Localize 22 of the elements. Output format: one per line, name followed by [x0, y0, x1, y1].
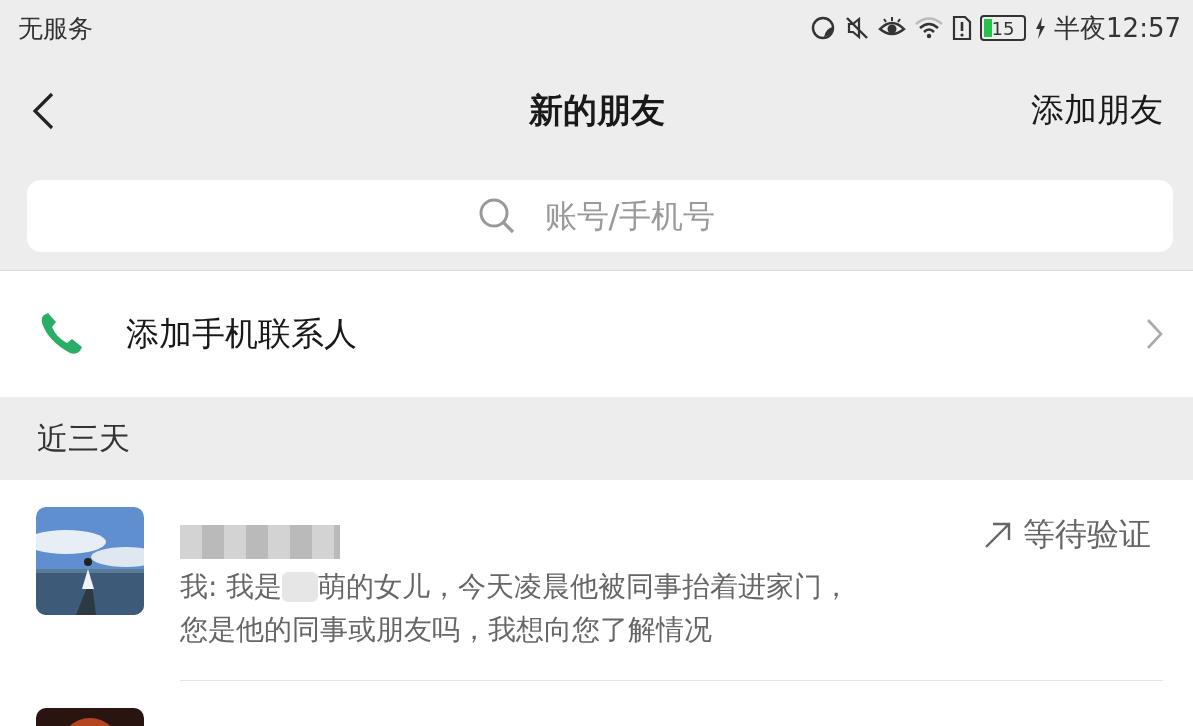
wifi-icon: [914, 15, 945, 41]
charging-icon: [1034, 16, 1047, 40]
request-status: 等待验证: [965, 507, 1163, 563]
data-saver-icon: [810, 15, 837, 41]
chevron-right-icon: [1145, 318, 1163, 350]
message-text: 萌的女儿，今天凌晨他被同事抬着进家门，: [318, 569, 851, 605]
redacted-text: [282, 571, 319, 602]
section-header: 近三天: [37, 418, 130, 458]
search-icon: [478, 197, 516, 235]
message-text: 您是他的同事或朋友吗，我想向您了解情况: [180, 612, 713, 648]
add-contacts-row[interactable]: 添加手机联系人: [0, 271, 1193, 397]
battery-indicator: 15: [980, 15, 1027, 41]
search-field[interactable]: 账号/手机号: [27, 180, 1173, 252]
clock-text: 半夜12:57: [1054, 11, 1181, 45]
carrier-text: 无服务: [18, 12, 93, 45]
page-title: 新的朋友: [528, 88, 665, 132]
back-button[interactable]: [30, 90, 56, 131]
message-text: 我: 我是: [180, 569, 283, 605]
arrow-up-right-icon: [983, 520, 1013, 550]
add-contacts-label: 添加手机联系人: [126, 312, 358, 355]
sim-alert-icon: [952, 15, 973, 41]
add-friend-button[interactable]: 添加朋友: [1031, 88, 1163, 133]
